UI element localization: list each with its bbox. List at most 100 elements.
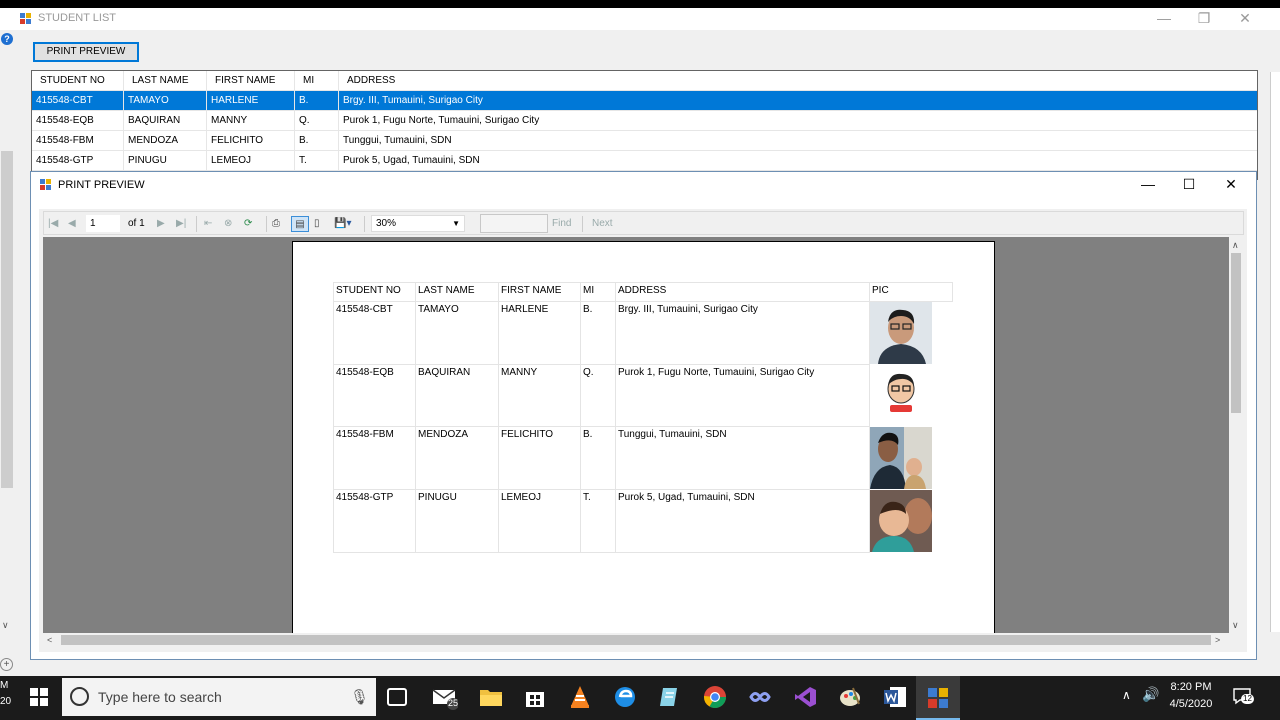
- export-icon[interactable]: 💾▾: [334, 216, 351, 232]
- word-icon[interactable]: [882, 684, 908, 710]
- show-hidden-icons-chevron-up-icon[interactable]: ∧: [1122, 688, 1131, 702]
- grid-cell: B.: [295, 91, 339, 111]
- mail-badge: 25: [448, 698, 459, 708]
- volume-icon[interactable]: 🔊: [1142, 686, 1159, 703]
- store-icon[interactable]: [522, 684, 548, 710]
- notes-app-icon[interactable]: [657, 684, 683, 710]
- grid-row[interactable]: 415548-FBM MENDOZA FELICHITO B. Tunggui,…: [32, 131, 1257, 151]
- close-button[interactable]: ✕: [1222, 8, 1268, 30]
- visual-studio-icon[interactable]: [792, 684, 818, 710]
- expand-icon[interactable]: +: [0, 658, 13, 671]
- report-cell: Purok 1, Fugu Norte, Tumauini, Surigao C…: [615, 364, 870, 427]
- page-setup-icon[interactable]: ▯: [314, 216, 320, 232]
- grid-cell: MENDOZA: [124, 131, 207, 151]
- grid-header-cell[interactable]: MI: [295, 71, 339, 91]
- report-header-cell: ADDRESS: [615, 282, 870, 302]
- paint-app-icon[interactable]: [837, 684, 863, 710]
- report-cell: MANNY: [498, 364, 581, 427]
- next-link[interactable]: Next: [592, 216, 613, 232]
- grid-header-cell[interactable]: FIRST NAME: [207, 71, 295, 91]
- preview-vertical-scrollbar[interactable]: ∧ ∨: [1229, 237, 1243, 633]
- left-edge-line: 20: [0, 696, 12, 707]
- find-link[interactable]: Find: [552, 216, 571, 232]
- grid-cell: Purok 5, Ugad, Tumauini, SDN: [343, 155, 480, 166]
- mail-icon[interactable]: 25: [432, 684, 459, 710]
- zoom-select[interactable]: 30% ▼: [371, 215, 465, 232]
- report-header-cell: FIRST NAME: [498, 282, 581, 302]
- grid-cell: MANNY: [207, 111, 295, 131]
- right-edge-panel: [1270, 72, 1280, 632]
- grid-row[interactable]: 415548-GTP PINUGU LEMEOJ T. Purok 5, Uga…: [32, 151, 1257, 171]
- scroll-down-icon[interactable]: ∨: [1232, 619, 1239, 631]
- notification-icon[interactable]: 12: [1232, 686, 1254, 706]
- preview-horizontal-scrollbar[interactable]: < >: [43, 633, 1229, 647]
- help-icon[interactable]: ?: [1, 33, 13, 45]
- grid-cell: TAMAYO: [124, 91, 207, 111]
- grid-header-cell[interactable]: STUDENT NO: [32, 71, 124, 91]
- scroll-right-icon[interactable]: >: [1215, 634, 1220, 646]
- chevron-down-icon: ▼: [452, 219, 460, 228]
- next-page-icon[interactable]: ▶: [157, 216, 165, 232]
- restore-button[interactable]: ❐: [1181, 8, 1227, 30]
- minimize-button[interactable]: —: [1125, 174, 1171, 196]
- infinity-app-icon[interactable]: [747, 684, 773, 710]
- scroll-left-icon[interactable]: <: [47, 634, 52, 646]
- grid-row-selected[interactable]: 415548-CBT TAMAYO HARLENE B. Brgy. III, …: [32, 91, 1257, 111]
- microphone-icon[interactable]: 🎙: [350, 688, 369, 706]
- page-count-label: of 1: [128, 218, 145, 229]
- back-icon[interactable]: ⇤: [204, 216, 212, 232]
- report-cell: HARLENE: [498, 301, 581, 365]
- print-preview-title-bar: PRINT PREVIEW — ☐ ✕: [31, 172, 1256, 198]
- first-page-icon[interactable]: |◀: [48, 216, 58, 232]
- report-toolbar: |◀ ◀ 1 of 1 ▶ ▶| ⇤ ⊗ ⟳ ⎙ ▤ ▯ 💾▾ 30% ▼ Fi…: [43, 211, 1244, 235]
- close-button[interactable]: ✕: [1208, 174, 1254, 196]
- report-preview-area[interactable]: STUDENT NO LAST NAME FIRST NAME MI ADDRE…: [43, 237, 1229, 633]
- last-page-icon[interactable]: ▶|: [176, 216, 186, 232]
- grid-header-cell[interactable]: ADDRESS: [339, 71, 1257, 91]
- current-page-input[interactable]: 1: [86, 215, 120, 232]
- horizontal-scroll-thumb[interactable]: [61, 635, 1211, 645]
- zoom-value: 30%: [376, 218, 397, 229]
- student-photo: [870, 365, 932, 427]
- maximize-button[interactable]: ☐: [1166, 174, 1212, 196]
- grid-cell: FELICHITO: [207, 131, 295, 151]
- app-icon: [40, 179, 52, 191]
- stop-icon[interactable]: ⊗: [224, 216, 232, 232]
- print-preview-body: |◀ ◀ 1 of 1 ▶ ▶| ⇤ ⊗ ⟳ ⎙ ▤ ▯ 💾▾ 30% ▼ Fi…: [39, 209, 1247, 652]
- grid-header-row: STUDENT NO LAST NAME FIRST NAME MI ADDRE…: [32, 71, 1257, 91]
- active-app-slot[interactable]: [916, 676, 960, 720]
- report-cell: LEMEOJ: [498, 489, 581, 553]
- left-scroll-down-icon[interactable]: ∨: [2, 620, 9, 631]
- file-explorer-icon[interactable]: [478, 684, 504, 710]
- scroll-up-icon[interactable]: ∧: [1232, 239, 1239, 251]
- windows-start-icon[interactable]: [30, 688, 48, 706]
- grid-cell: PINUGU: [124, 151, 207, 171]
- report-cell: T.: [580, 489, 616, 553]
- edge-icon[interactable]: [612, 684, 638, 710]
- refresh-icon[interactable]: ⟳: [244, 216, 252, 232]
- print-layout-icon[interactable]: ▤: [291, 216, 309, 232]
- grid-header-cell[interactable]: LAST NAME: [124, 71, 207, 91]
- vertical-scroll-thumb[interactable]: [1231, 253, 1241, 413]
- report-cell: Q.: [580, 364, 616, 427]
- chrome-icon[interactable]: [702, 684, 728, 710]
- left-scrollbar-thumb[interactable]: [1, 151, 13, 488]
- taskbar-search-box[interactable]: Type here to search 🎙: [62, 678, 376, 716]
- task-view-icon[interactable]: [387, 688, 407, 706]
- report-cell: 415548-EQB: [333, 364, 416, 427]
- student-data-grid[interactable]: STUDENT NO LAST NAME FIRST NAME MI ADDRE…: [31, 70, 1258, 180]
- student-photo: [870, 490, 932, 552]
- find-input[interactable]: [480, 214, 548, 233]
- print-icon[interactable]: ⎙: [272, 216, 280, 232]
- grid-row[interactable]: 415548-EQB BAQUIRAN MANNY Q. Purok 1, Fu…: [32, 111, 1257, 131]
- clock-date: 4/5/2020: [1169, 698, 1213, 710]
- report-header-cell: LAST NAME: [415, 282, 499, 302]
- print-preview-button[interactable]: PRINT PREVIEW: [33, 42, 139, 62]
- previous-page-icon[interactable]: ◀: [68, 216, 76, 232]
- report-cell: Brgy. III, Tumauini, Surigao City: [615, 301, 870, 365]
- vlc-icon[interactable]: [567, 684, 593, 710]
- main-window-title: STUDENT LIST: [38, 12, 117, 24]
- print-preview-window: PRINT PREVIEW — ☐ ✕ |◀ ◀ 1 of 1 ▶ ▶| ⇤ ⊗…: [30, 171, 1257, 660]
- report-cell: B.: [580, 301, 616, 365]
- taskbar-clock[interactable]: 8:20 PM 4/5/2020: [1161, 679, 1221, 713]
